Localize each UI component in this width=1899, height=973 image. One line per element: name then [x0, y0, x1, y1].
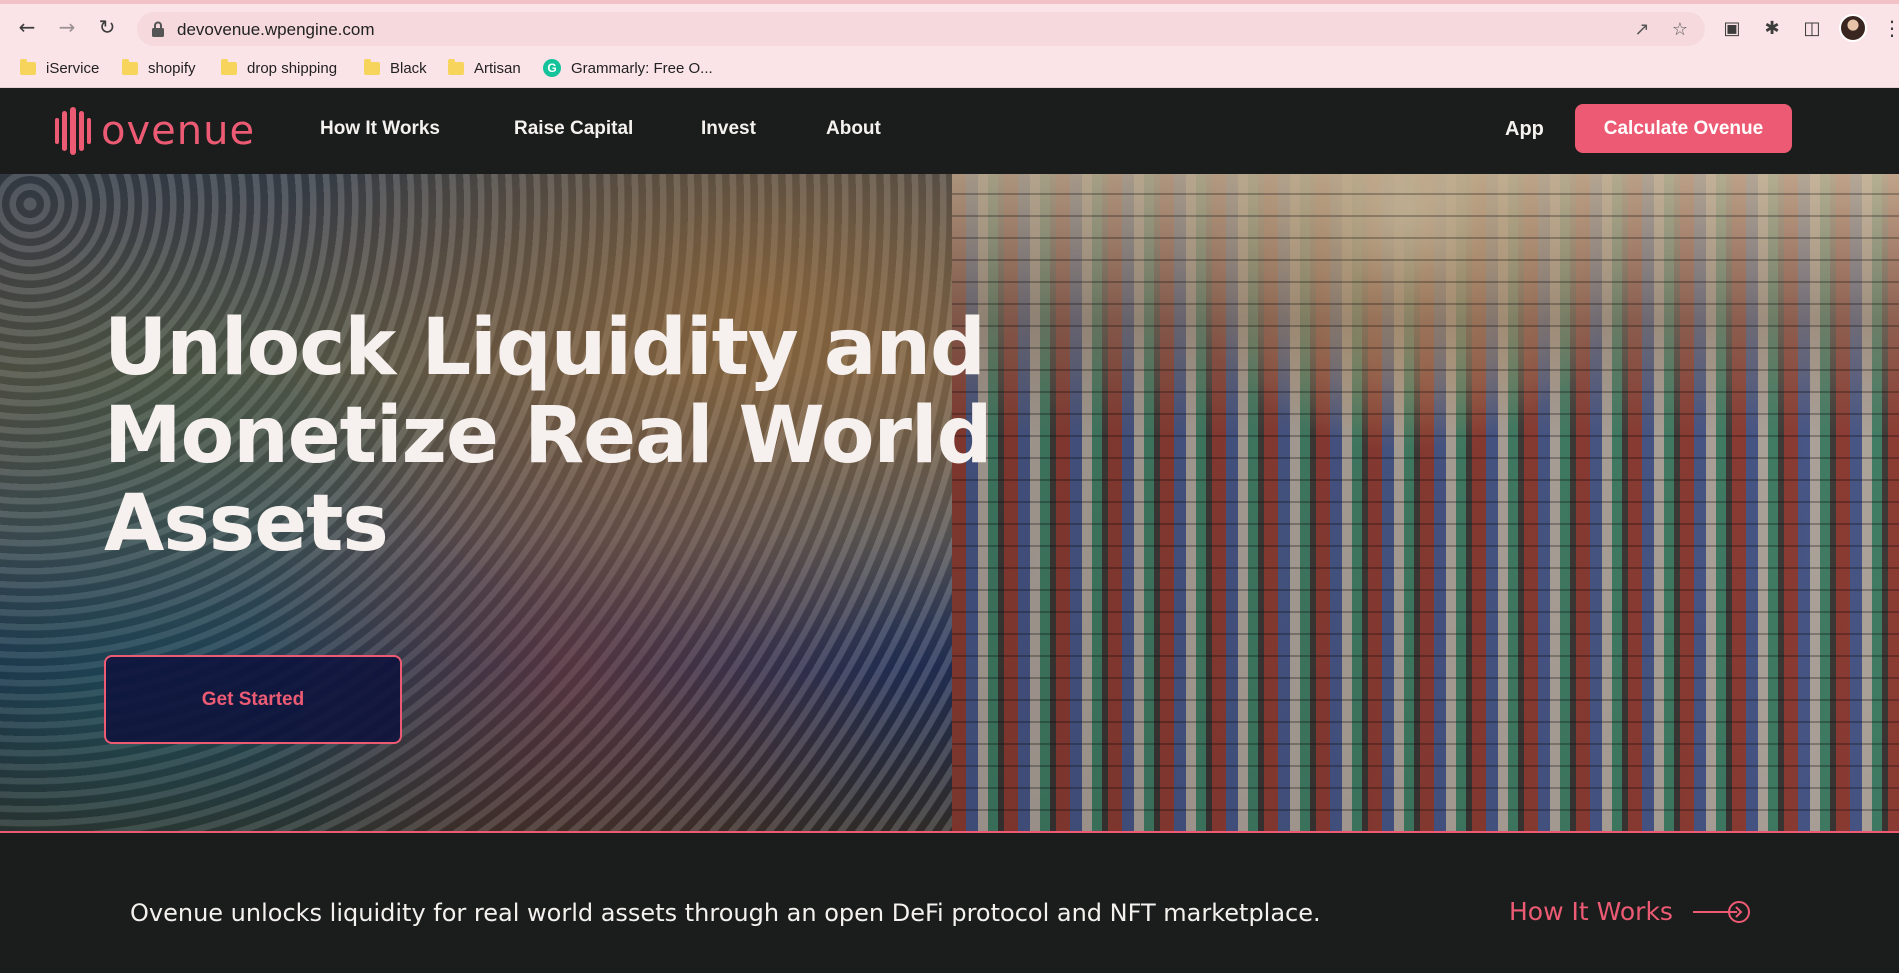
hero-title: Unlock Liquidity and Monetize Real World… [104, 303, 992, 569]
logo-mark-icon [55, 107, 91, 155]
nav-invest[interactable]: Invest [701, 118, 756, 140]
calculate-ovenue-button[interactable]: Calculate Ovenue [1575, 104, 1792, 153]
reload-icon[interactable]: ↻ [94, 14, 120, 40]
folder-icon [20, 58, 36, 75]
share-icon[interactable]: ↗ [1631, 18, 1653, 40]
bookmark-grammarly[interactable]: G Grammarly: Free O... [543, 56, 713, 80]
hero-section: Unlock Liquidity and Monetize Real World… [0, 174, 1899, 833]
bookmark-label: Artisan [474, 59, 521, 77]
arrow-right-circle-icon [1692, 900, 1750, 923]
star-icon[interactable]: ☆ [1669, 18, 1691, 40]
site-header: ovenue How It Works Raise Capital Invest… [0, 88, 1899, 174]
hero-title-line: Assets [104, 479, 389, 569]
get-started-button[interactable]: Get Started [104, 655, 402, 744]
intro-strip: Ovenue unlocks liquidity for real world … [0, 833, 1899, 973]
back-icon[interactable]: ← [14, 14, 40, 40]
logo-text: ovenue [101, 108, 256, 154]
screen-capture-icon[interactable]: ▣ [1720, 16, 1744, 40]
more-menu-icon[interactable]: ⋮ [1882, 16, 1899, 40]
bookmark-iservice[interactable]: iService [20, 56, 99, 80]
hero-title-line: Monetize Real World [104, 391, 992, 481]
grammarly-icon: G [543, 59, 561, 77]
lock-icon [152, 21, 164, 37]
intro-text: Ovenue unlocks liquidity for real world … [130, 899, 1321, 927]
how-it-works-link[interactable]: How It Works [1509, 897, 1751, 926]
bookmark-black[interactable]: Black [364, 56, 427, 80]
folder-icon [364, 58, 380, 75]
bookmark-label: drop shipping [247, 59, 338, 77]
bookmark-label: shopify [148, 59, 196, 77]
browser-toolbar: ← → ↻ devovenue.wpengine.com ↗ ☆ ▣ ✱ ◫ ⋮ [0, 0, 1899, 48]
profile-avatar[interactable] [1839, 14, 1867, 42]
nav-raise-capital[interactable]: Raise Capital [514, 118, 633, 140]
side-panel-icon[interactable]: ◫ [1800, 16, 1824, 40]
bookmark-artisan[interactable]: Artisan [448, 56, 521, 80]
extensions-puzzle-icon[interactable]: ✱ [1760, 16, 1784, 40]
folder-icon [448, 58, 464, 75]
bookmark-label: iService [46, 59, 100, 77]
bookmark-drop-shipping[interactable]: drop shipping [221, 56, 337, 80]
app-link[interactable]: App [1505, 118, 1544, 141]
nav-how-it-works[interactable]: How It Works [320, 118, 440, 140]
bookmarks-bar: iService shopify drop shipping Black Art… [0, 48, 1899, 88]
bookmark-label: Black [390, 59, 427, 77]
ovenue-logo[interactable]: ovenue [55, 106, 255, 156]
hero-title-line: Unlock Liquidity and [104, 303, 986, 393]
bookmark-shopify[interactable]: shopify [122, 56, 196, 80]
folder-icon [221, 58, 237, 75]
url-text[interactable]: devovenue.wpengine.com [177, 20, 375, 40]
nav-about[interactable]: About [826, 118, 881, 140]
how-it-works-label: How It Works [1509, 897, 1673, 926]
address-bar[interactable]: devovenue.wpengine.com ↗ ☆ [137, 12, 1705, 46]
folder-icon [122, 58, 138, 75]
bookmark-label: Grammarly: Free O... [571, 59, 713, 77]
forward-icon[interactable]: → [54, 14, 80, 40]
